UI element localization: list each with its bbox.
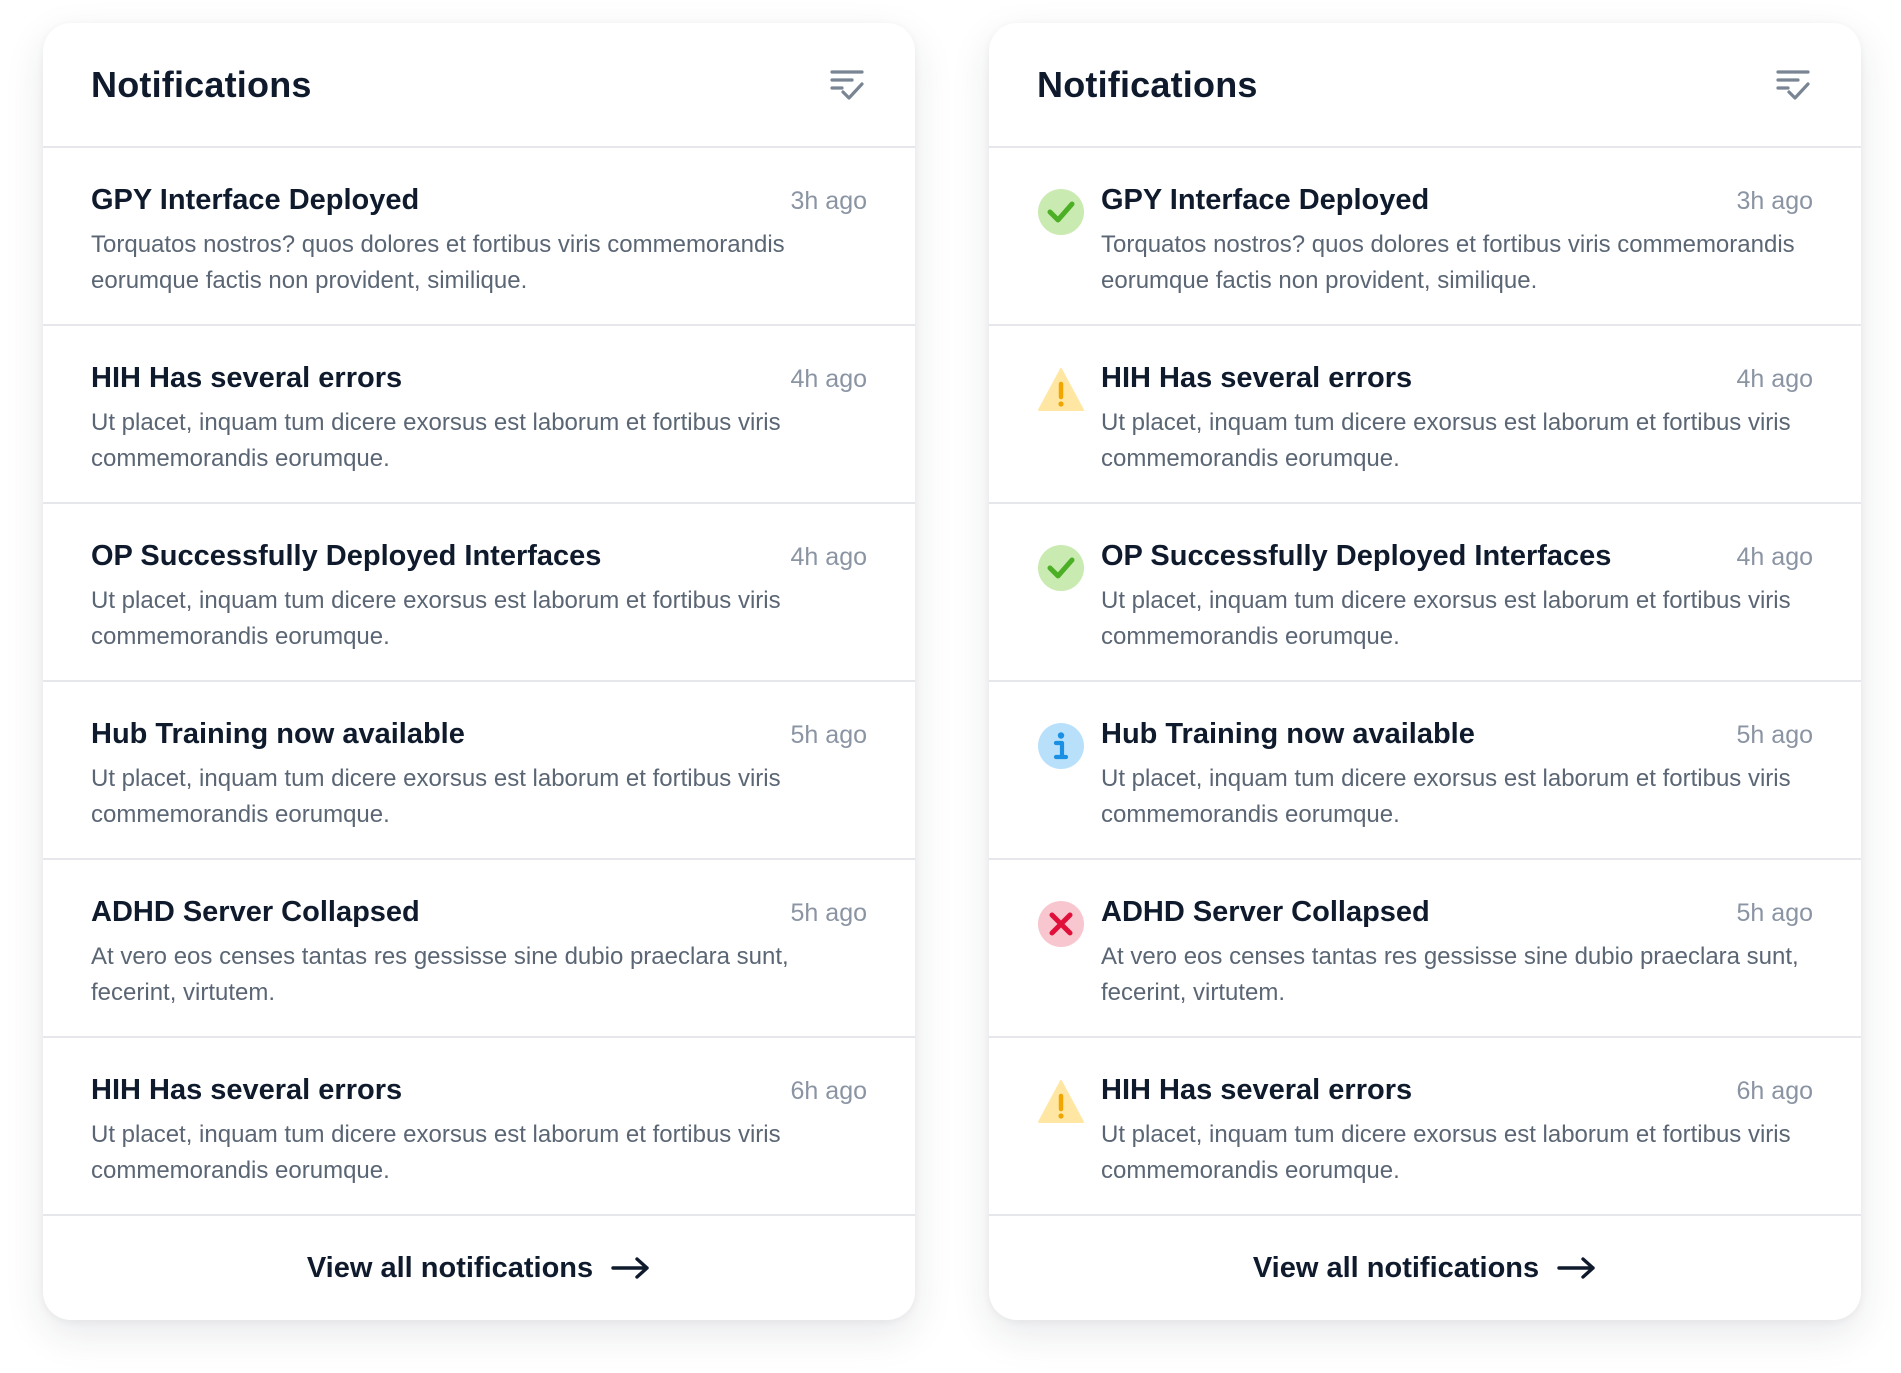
notifications-panel-with-status: Notifications GPY Interface Deployed 3h — [989, 23, 1861, 1320]
notification-time: 4h ago — [790, 543, 867, 571]
notification-time: 5h ago — [1736, 721, 1813, 749]
notification-item[interactable]: GPY Interface Deployed 3h ago Torquatos … — [43, 148, 915, 326]
mark-all-read-icon[interactable] — [1773, 65, 1813, 105]
warning-triangle-icon — [1037, 1078, 1085, 1126]
notification-title: ADHD Server Collapsed — [91, 896, 420, 928]
notification-time: 6h ago — [1736, 1077, 1813, 1105]
notification-body: Ut placet, inquam tum dicere exorsus est… — [1101, 587, 1791, 650]
notification-item[interactable]: Hub Training now available 5h ago Ut pla… — [43, 682, 915, 860]
view-all-notifications-link[interactable]: View all notifications — [989, 1216, 1861, 1320]
view-all-label: View all notifications — [1252, 1251, 1540, 1284]
notification-item[interactable]: OP Successfully Deployed Interfaces 4h a… — [989, 504, 1861, 682]
notification-item[interactable]: HIH Has several errors 6h ago Ut placet,… — [43, 1038, 915, 1216]
info-circle-icon — [1037, 722, 1085, 770]
notification-time: 3h ago — [1736, 187, 1813, 215]
notification-time: 3h ago — [790, 187, 867, 215]
notification-body: Torquatos nostros? quos dolores et forti… — [91, 231, 785, 294]
notification-item[interactable]: OP Successfully Deployed Interfaces 4h a… — [43, 504, 915, 682]
notification-content: OP Successfully Deployed Interfaces 4h a… — [1101, 540, 1813, 680]
notification-title: ADHD Server Collapsed — [1101, 896, 1430, 928]
notification-title: GPY Interface Deployed — [91, 184, 420, 216]
notification-title: OP Successfully Deployed Interfaces — [1101, 540, 1612, 572]
notification-item[interactable]: HIH Has several errors 4h ago Ut placet,… — [43, 326, 915, 504]
warning-triangle-icon — [1037, 366, 1085, 414]
view-all-notifications-link[interactable]: View all notifications — [43, 1216, 915, 1320]
notification-body: Ut placet, inquam tum dicere exorsus est… — [1101, 1121, 1791, 1184]
panel-header: Notifications — [43, 23, 915, 148]
notification-title: GPY Interface Deployed — [1101, 184, 1430, 216]
notifications-showcase: Notifications GPY Interface Deployed 3h … — [0, 0, 1901, 1373]
notification-content: Hub Training now available 5h ago Ut pla… — [1101, 718, 1813, 858]
notifications-panel-plain: Notifications GPY Interface Deployed 3h … — [43, 23, 915, 1320]
notification-time: 6h ago — [790, 1077, 867, 1105]
check-circle-icon — [1037, 544, 1085, 592]
check-circle-icon — [1037, 188, 1085, 236]
notification-title: HIH Has several errors — [1101, 1074, 1413, 1106]
view-all-label: View all notifications — [306, 1251, 594, 1284]
panel-title: Notifications — [1037, 63, 1258, 105]
notification-title: HIH Has several errors — [91, 362, 403, 394]
notification-body: At vero eos censes tantas res gessisse s… — [1101, 943, 1799, 1006]
error-circle-icon — [1037, 900, 1085, 948]
notification-item[interactable]: HIH Has several errors 4h ago Ut placet,… — [989, 326, 1861, 504]
notification-content: GPY Interface Deployed 3h ago Torquatos … — [1101, 184, 1813, 324]
notification-content: ADHD Server Collapsed 5h ago At vero eos… — [1101, 896, 1813, 1036]
notification-item[interactable]: Hub Training now available 5h ago Ut pla… — [989, 682, 1861, 860]
notification-item[interactable]: GPY Interface Deployed 3h ago Torquatos … — [989, 148, 1861, 326]
notification-content: HIH Has several errors 6h ago Ut placet,… — [1101, 1074, 1813, 1214]
notification-content: OP Successfully Deployed Interfaces 4h a… — [91, 540, 867, 680]
notification-title: Hub Training now available — [91, 718, 465, 750]
panel-title: Notifications — [91, 63, 312, 105]
notification-time: 4h ago — [790, 365, 867, 393]
notification-body: Ut placet, inquam tum dicere exorsus est… — [91, 765, 781, 828]
notification-title: HIH Has several errors — [91, 1074, 403, 1106]
notification-item[interactable]: ADHD Server Collapsed 5h ago At vero eos… — [43, 860, 915, 1038]
notification-body: Ut placet, inquam tum dicere exorsus est… — [1101, 765, 1791, 828]
notification-body: Ut placet, inquam tum dicere exorsus est… — [91, 587, 781, 650]
notification-body: Ut placet, inquam tum dicere exorsus est… — [91, 1121, 781, 1184]
notification-time: 4h ago — [1736, 543, 1813, 571]
arrow-right-icon — [1557, 1256, 1597, 1280]
notification-title: Hub Training now available — [1101, 718, 1475, 750]
notification-time: 4h ago — [1736, 365, 1813, 393]
notification-content: HIH Has several errors 4h ago Ut placet,… — [91, 362, 867, 502]
panel-header: Notifications — [989, 23, 1861, 148]
notification-content: HIH Has several errors 4h ago Ut placet,… — [1101, 362, 1813, 502]
arrow-right-icon — [611, 1256, 651, 1280]
notification-body: Ut placet, inquam tum dicere exorsus est… — [1101, 409, 1791, 472]
notification-content: ADHD Server Collapsed 5h ago At vero eos… — [91, 896, 867, 1036]
notification-content: GPY Interface Deployed 3h ago Torquatos … — [91, 184, 867, 324]
notification-time: 5h ago — [790, 899, 867, 927]
notification-content: Hub Training now available 5h ago Ut pla… — [91, 718, 867, 858]
notification-title: HIH Has several errors — [1101, 362, 1413, 394]
notification-content: HIH Has several errors 6h ago Ut placet,… — [91, 1074, 867, 1214]
notification-item[interactable]: ADHD Server Collapsed 5h ago At vero eos… — [989, 860, 1861, 1038]
notification-item[interactable]: HIH Has several errors 6h ago Ut placet,… — [989, 1038, 1861, 1216]
notification-body: At vero eos censes tantas res gessisse s… — [91, 943, 789, 1006]
notification-time: 5h ago — [1736, 899, 1813, 927]
mark-all-read-icon[interactable] — [827, 65, 867, 105]
notification-time: 5h ago — [790, 721, 867, 749]
notification-title: OP Successfully Deployed Interfaces — [91, 540, 602, 572]
notification-body: Torquatos nostros? quos dolores et forti… — [1101, 231, 1795, 294]
notification-body: Ut placet, inquam tum dicere exorsus est… — [91, 409, 781, 472]
